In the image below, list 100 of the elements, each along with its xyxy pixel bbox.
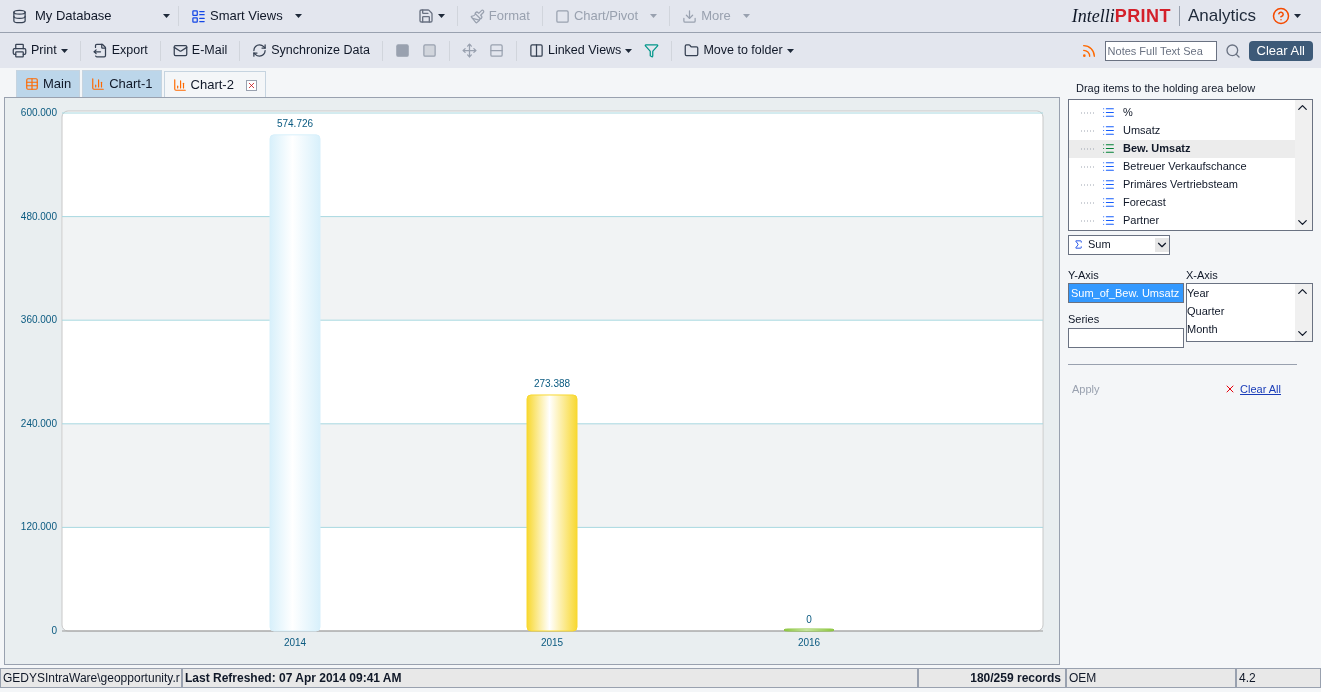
status-records: 180/259 records	[918, 668, 1066, 688]
toolbar-icon	[12, 43, 27, 58]
toolbar-icon	[92, 43, 108, 58]
database-dropdown[interactable]: My Database	[12, 6, 170, 26]
series-label: Series	[1068, 312, 1101, 327]
panel-hint: Drag items to the holding area below	[1076, 81, 1257, 96]
search-icon[interactable]	[1224, 42, 1241, 59]
dropdown-icon	[1155, 237, 1169, 252]
field-icon	[1102, 214, 1115, 227]
filter-icon[interactable]	[644, 43, 660, 58]
save-icon	[417, 8, 434, 24]
toolbar-icon	[684, 43, 700, 58]
toolbar-icon	[554, 8, 570, 24]
tab-icon	[25, 77, 39, 91]
database-icon	[12, 8, 27, 24]
sigma-icon	[1073, 239, 1084, 250]
caret-icon	[163, 14, 170, 18]
toolbar-button[interactable]: Export	[88, 38, 152, 63]
x-axis-label: X-Axis	[1186, 267, 1219, 283]
x-axis-item[interactable]: Month	[1187, 320, 1295, 338]
tree-connector	[1081, 219, 1094, 222]
toolbar-button[interactable]: Move to folder	[680, 38, 798, 63]
field-item[interactable]: Betreuer Verkaufschance	[1069, 157, 1295, 176]
field-item[interactable]: Forecast	[1069, 193, 1295, 212]
tree-connector	[1081, 165, 1094, 168]
tab[interactable]: Main	[16, 70, 81, 97]
y-tick-label: 360.000	[20, 314, 57, 326]
toolbar-icon	[488, 43, 504, 58]
bar	[783, 628, 835, 632]
caret-icon	[625, 48, 633, 53]
field-icon	[1102, 160, 1115, 173]
x-axis-item[interactable]: Quarter	[1187, 302, 1295, 320]
scrollbar[interactable]	[1295, 284, 1312, 341]
toolbar-icon	[394, 43, 410, 58]
tree-connector	[1081, 111, 1094, 114]
toolbar-button[interactable]: Print	[8, 38, 72, 63]
bar-value-label: 273.388	[533, 378, 571, 389]
tab[interactable]: Chart-1	[82, 70, 162, 97]
caret-icon	[437, 14, 445, 18]
y-tick-label: 120.000	[20, 521, 57, 533]
y-tick-label: 480.000	[20, 210, 57, 222]
aggregate-dropdown[interactable]: Sum	[1068, 234, 1170, 255]
bar-value-label: 574.726	[276, 117, 314, 129]
caret-icon	[742, 14, 750, 18]
clear-all-button[interactable]: Clear All	[1248, 40, 1313, 61]
tab-icon	[172, 78, 187, 92]
tree-connector	[1081, 147, 1094, 150]
toolbar-icon	[461, 43, 477, 58]
tree-connector	[1081, 129, 1094, 132]
status-license: OEM	[1066, 668, 1236, 688]
field-item[interactable]: Bew. Umsatz	[1069, 139, 1295, 158]
toolbar-icon	[469, 8, 485, 24]
status-refreshed: Last Refreshed: 07 Apr 2014 09:41 AM	[182, 668, 918, 688]
status-path: GEDYSIntraWare\geopportunity.r	[0, 668, 182, 688]
series-drop-box[interactable]	[1068, 327, 1184, 348]
toolbar-button[interactable]: Smart Views	[187, 4, 306, 28]
caret-icon	[650, 14, 658, 18]
tab-icon	[91, 77, 106, 91]
x-tick-label: 2015	[540, 637, 564, 648]
scrollbar[interactable]	[1295, 99, 1312, 230]
clear-all-link[interactable]: Clear All	[1224, 380, 1281, 397]
toolbar-button[interactable]: Synchronize Data	[248, 38, 374, 63]
caret-icon	[60, 48, 68, 53]
x-tick-label: 2016	[797, 637, 821, 648]
x-tick-label: 2014	[283, 637, 307, 648]
caret-icon	[1294, 14, 1301, 18]
field-icon	[1102, 124, 1115, 137]
y-tick-label: 600.000	[20, 107, 57, 118]
field-icon	[1102, 178, 1115, 191]
brand-logo: IntelliPRINT	[1071, 4, 1171, 28]
x-axis-item[interactable]: Year	[1187, 284, 1295, 302]
field-icon	[1102, 196, 1115, 209]
toolbar-button[interactable]: Linked Views	[524, 38, 637, 63]
y-tick-label: 0	[51, 625, 57, 636]
y-axis-label: Y-Axis	[1068, 267, 1100, 283]
field-icon	[1102, 142, 1115, 155]
field-item[interactable]: Partner	[1069, 211, 1295, 230]
toolbar-icon	[191, 8, 206, 24]
tree-connector	[1081, 183, 1094, 186]
y-tick-label: 240.000	[20, 417, 57, 429]
toolbar-icon	[252, 43, 268, 58]
tree-connector	[1081, 201, 1094, 204]
help-icon	[1272, 7, 1290, 25]
field-item[interactable]: Umsatz	[1069, 121, 1295, 140]
caret-icon	[294, 14, 302, 18]
help-button[interactable]	[1272, 7, 1301, 25]
tab[interactable]: Chart-2	[163, 71, 266, 98]
field-item[interactable]: %	[1069, 103, 1295, 122]
close-icon[interactable]	[245, 79, 257, 91]
search-field[interactable]: Notes Full Text Sea	[1104, 40, 1217, 61]
field-list[interactable]: % Umsatz Bew. Umsatz Betreuer Verkaufschance Primäres Vertriebsteam Forecast Partner	[1068, 98, 1313, 231]
toolbar-icon	[172, 43, 188, 58]
toolbar-button[interactable]: E-Mail	[168, 38, 232, 63]
bar-value-label: 0	[806, 614, 812, 625]
product-name: Analytics	[1187, 5, 1256, 28]
status-version: 4.2	[1236, 668, 1321, 688]
field-icon	[1102, 106, 1115, 119]
toolbar-icon	[421, 43, 437, 58]
field-item[interactable]: Primäres Vertriebsteam	[1069, 175, 1295, 194]
x-axis-list[interactable]: Year Quarter Month	[1186, 283, 1313, 342]
